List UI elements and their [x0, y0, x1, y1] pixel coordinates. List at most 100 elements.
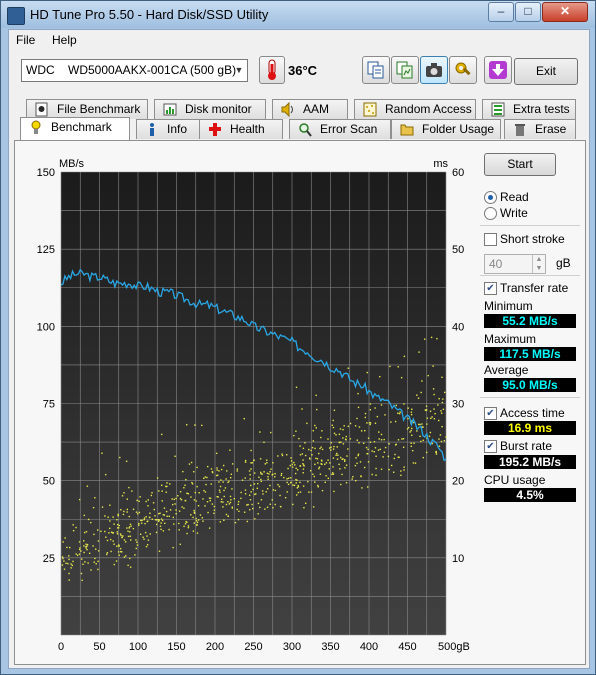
copy-text-button[interactable] — [362, 56, 390, 84]
access-time-point — [430, 336, 433, 339]
access-time-point — [286, 481, 288, 484]
y-right-tick-label: 50 — [452, 244, 464, 256]
access-time-point — [383, 451, 386, 453]
access-time-point — [175, 509, 177, 511]
menu-file[interactable]: File — [16, 33, 35, 47]
access-time-point — [222, 464, 225, 467]
tab-extra-tests[interactable]: Extra tests — [482, 99, 576, 119]
access-time-point — [155, 519, 158, 521]
access-time-point — [351, 478, 353, 480]
access-time-point — [292, 503, 294, 506]
access-time-point — [422, 439, 424, 442]
save-button[interactable] — [484, 56, 512, 84]
access-time-point — [349, 422, 352, 425]
access-time-point — [297, 491, 300, 494]
tab-info[interactable]: Info — [136, 119, 200, 139]
access-time-point — [105, 536, 107, 538]
maximize-button[interactable]: □ — [515, 2, 541, 22]
short-stroke-spinner[interactable]: 40 ▲ ▼ — [484, 254, 546, 274]
access-time-point — [433, 393, 435, 396]
short-stroke-box — [484, 233, 497, 246]
access-time-point — [403, 466, 405, 468]
copy-screenshot-button[interactable] — [391, 56, 419, 84]
x-tick-label: 500gB — [438, 641, 470, 653]
access-time-point — [379, 375, 381, 378]
screenshot-button[interactable] — [420, 56, 448, 84]
access-time-point — [435, 451, 438, 453]
benchmark-sidebar: Start Read Write Short stroke 40 ▲ ▼ gB … — [480, 141, 584, 664]
close-button[interactable]: ✕ — [542, 2, 588, 22]
tab-file-benchmark[interactable]: File Benchmark — [26, 99, 148, 119]
drive-select[interactable]: WDC WD5000AAKX-001CA (500 gB) ▼ — [21, 59, 248, 82]
access-time-point — [80, 572, 83, 575]
access-time-point — [373, 451, 375, 453]
speaker-icon — [281, 102, 293, 117]
access-time-point — [132, 527, 135, 530]
tab-random-access[interactable]: Random Access — [354, 99, 476, 119]
minimize-button[interactable]: – — [488, 2, 514, 22]
access-time-point — [364, 412, 367, 415]
access-time-point — [367, 461, 370, 463]
access-time-point — [182, 470, 184, 473]
access-time-point — [257, 482, 259, 485]
access-time-point — [87, 562, 89, 564]
options-button[interactable] — [449, 56, 477, 84]
access-time-point — [145, 500, 147, 503]
tab-erase[interactable]: Erase — [504, 119, 576, 139]
access-time-point — [401, 438, 403, 440]
thermometer-icon — [268, 59, 276, 80]
access-time-point — [137, 513, 139, 515]
access-time-point — [263, 471, 265, 473]
access-time-point — [116, 545, 118, 547]
access-time-point — [354, 425, 357, 427]
access-time-point — [278, 485, 281, 488]
access-time-point — [184, 499, 187, 502]
access-time-point — [225, 513, 228, 516]
access-time-point — [202, 520, 204, 522]
access-time-point — [223, 495, 225, 498]
access-time-point — [265, 491, 267, 493]
access-time-point — [400, 474, 402, 477]
access-time-point — [250, 449, 252, 452]
access-time-point — [157, 520, 160, 523]
access-time-point — [287, 483, 290, 486]
access-time-point — [259, 471, 262, 474]
access-time-point — [193, 511, 196, 513]
start-button[interactable]: Start — [484, 153, 556, 176]
access-time-point — [234, 521, 237, 524]
access-time-point — [311, 454, 313, 456]
access-time-point — [442, 408, 445, 411]
tab-error-scan[interactable]: Error Scan — [289, 119, 391, 139]
tab-benchmark[interactable]: Benchmark — [20, 117, 130, 140]
menu-help[interactable]: Help — [52, 33, 77, 47]
access-time-point — [420, 391, 422, 394]
access-time-point — [299, 454, 302, 456]
tab-folder-usage[interactable]: Folder Usage — [391, 119, 501, 139]
access-time-point — [227, 515, 229, 518]
tab-aam[interactable]: AAM — [272, 99, 348, 119]
temperature-button[interactable] — [259, 56, 285, 84]
access-time-point — [178, 522, 180, 525]
exit-button[interactable]: Exit — [514, 58, 578, 85]
tab-disk-monitor[interactable]: Disk monitor — [154, 99, 266, 119]
tab-health[interactable]: Health — [199, 119, 283, 139]
access-time-point — [388, 468, 390, 471]
access-time-point — [290, 477, 292, 479]
access-time-point — [228, 503, 231, 505]
access-time-point — [85, 543, 87, 545]
access-time-point — [88, 552, 91, 555]
drive-select-value: WDC WD5000AAKX-001CA (500 gB) — [26, 63, 237, 77]
access-time-point — [297, 484, 299, 487]
access-time-point — [364, 429, 366, 432]
access-time-point — [202, 498, 204, 500]
access-time-point — [219, 521, 222, 523]
access-time-point — [251, 507, 254, 510]
access-time-point — [375, 467, 377, 470]
access-time-point — [362, 442, 365, 445]
access-time-point — [194, 424, 196, 426]
access-time-point — [169, 483, 171, 485]
access-time-point — [145, 545, 148, 548]
access-time-point — [61, 564, 64, 566]
access-time-point — [210, 483, 212, 485]
access-time-point — [324, 481, 326, 484]
